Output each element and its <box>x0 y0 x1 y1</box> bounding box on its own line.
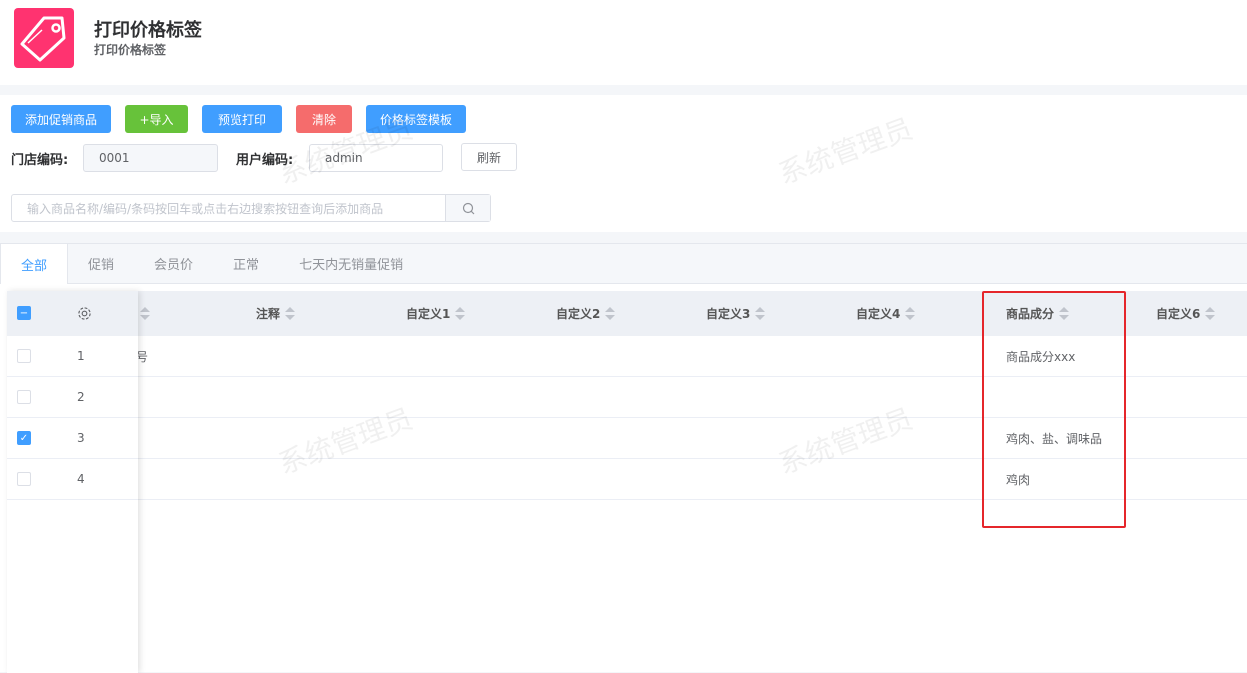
sort-icon <box>905 306 916 321</box>
store-code-field[interactable]: 0001 <box>83 144 218 172</box>
sort-icon <box>285 306 296 321</box>
refresh-button[interactable]: 刷新 <box>461 143 517 171</box>
label-template-button[interactable]: 价格标签模板 <box>366 105 466 133</box>
user-code-field[interactable]: admin <box>309 144 443 172</box>
store-code-label: 门店编码: <box>11 153 69 168</box>
row-checkbox[interactable] <box>17 472 31 486</box>
row-number: 4 <box>77 472 85 486</box>
column-header-custom6[interactable]: 自定义6 <box>1156 291 1216 336</box>
gear-icon[interactable] <box>77 306 92 321</box>
search-icon <box>462 202 474 214</box>
price-tag-icon <box>14 8 74 68</box>
column-header-custom1[interactable]: 自定义1 <box>406 291 466 336</box>
sort-icon <box>755 306 766 321</box>
row-number: 2 <box>77 390 85 404</box>
row-number: 3 <box>77 431 85 445</box>
preview-print-button[interactable]: 预览打印 <box>202 105 282 133</box>
sort-icon <box>1205 306 1216 321</box>
sort-icon <box>455 306 466 321</box>
fixed-left-columns: − 1 2 ✓ 3 4 <box>7 291 138 673</box>
page-title: 打印价格标签 <box>94 20 202 41</box>
tab-member-price[interactable]: 会员价 <box>134 244 213 283</box>
search-input[interactable]: 输入商品名称/编码/条码按回车或点击右边搜索按钮查询后添加商品 <box>12 195 445 221</box>
page-header: 打印价格标签 打印价格标签 <box>0 0 1247 85</box>
page-subtitle: 打印价格标签 <box>94 43 167 57</box>
tab-all[interactable]: 全部 <box>0 244 69 284</box>
row-number: 1 <box>77 349 85 363</box>
row-checkbox[interactable] <box>17 349 31 363</box>
sort-icon <box>605 306 616 321</box>
fixed-row: 1 <box>7 336 138 377</box>
fixed-row: 2 <box>7 377 138 418</box>
sort-icon[interactable] <box>140 291 150 336</box>
highlight-box <box>982 291 1126 528</box>
import-button[interactable]: +导入 <box>125 105 188 133</box>
column-header-custom2[interactable]: 自定义2 <box>556 291 616 336</box>
tab-promo[interactable]: 促销 <box>68 244 134 283</box>
clear-button[interactable]: 清除 <box>296 105 352 133</box>
fixed-row: ✓ 3 <box>7 418 138 459</box>
tab-normal[interactable]: 正常 <box>213 244 279 283</box>
product-search: 输入商品名称/编码/条码按回车或点击右边搜索按钮查询后添加商品 <box>11 194 491 222</box>
fixed-row: 4 <box>7 459 138 500</box>
add-promo-product-button[interactable]: 添加促销商品 <box>11 105 111 133</box>
search-button[interactable] <box>445 195 490 221</box>
tab-no-sales-7days[interactable]: 七天内无销量促销 <box>279 244 423 283</box>
column-header-custom3[interactable]: 自定义3 <box>706 291 766 336</box>
column-header-note[interactable]: 注释 <box>256 291 296 336</box>
toolbar-card: 添加促销商品 +导入 预览打印 清除 价格标签模板 门店编码: 0001 用户编… <box>0 95 1247 232</box>
user-code-label: 用户编码: <box>236 153 294 168</box>
row-checkbox[interactable] <box>17 390 31 404</box>
row-checkbox[interactable]: ✓ <box>17 431 31 445</box>
select-all-checkbox[interactable]: − <box>17 306 31 320</box>
column-header-custom4[interactable]: 自定义4 <box>856 291 916 336</box>
